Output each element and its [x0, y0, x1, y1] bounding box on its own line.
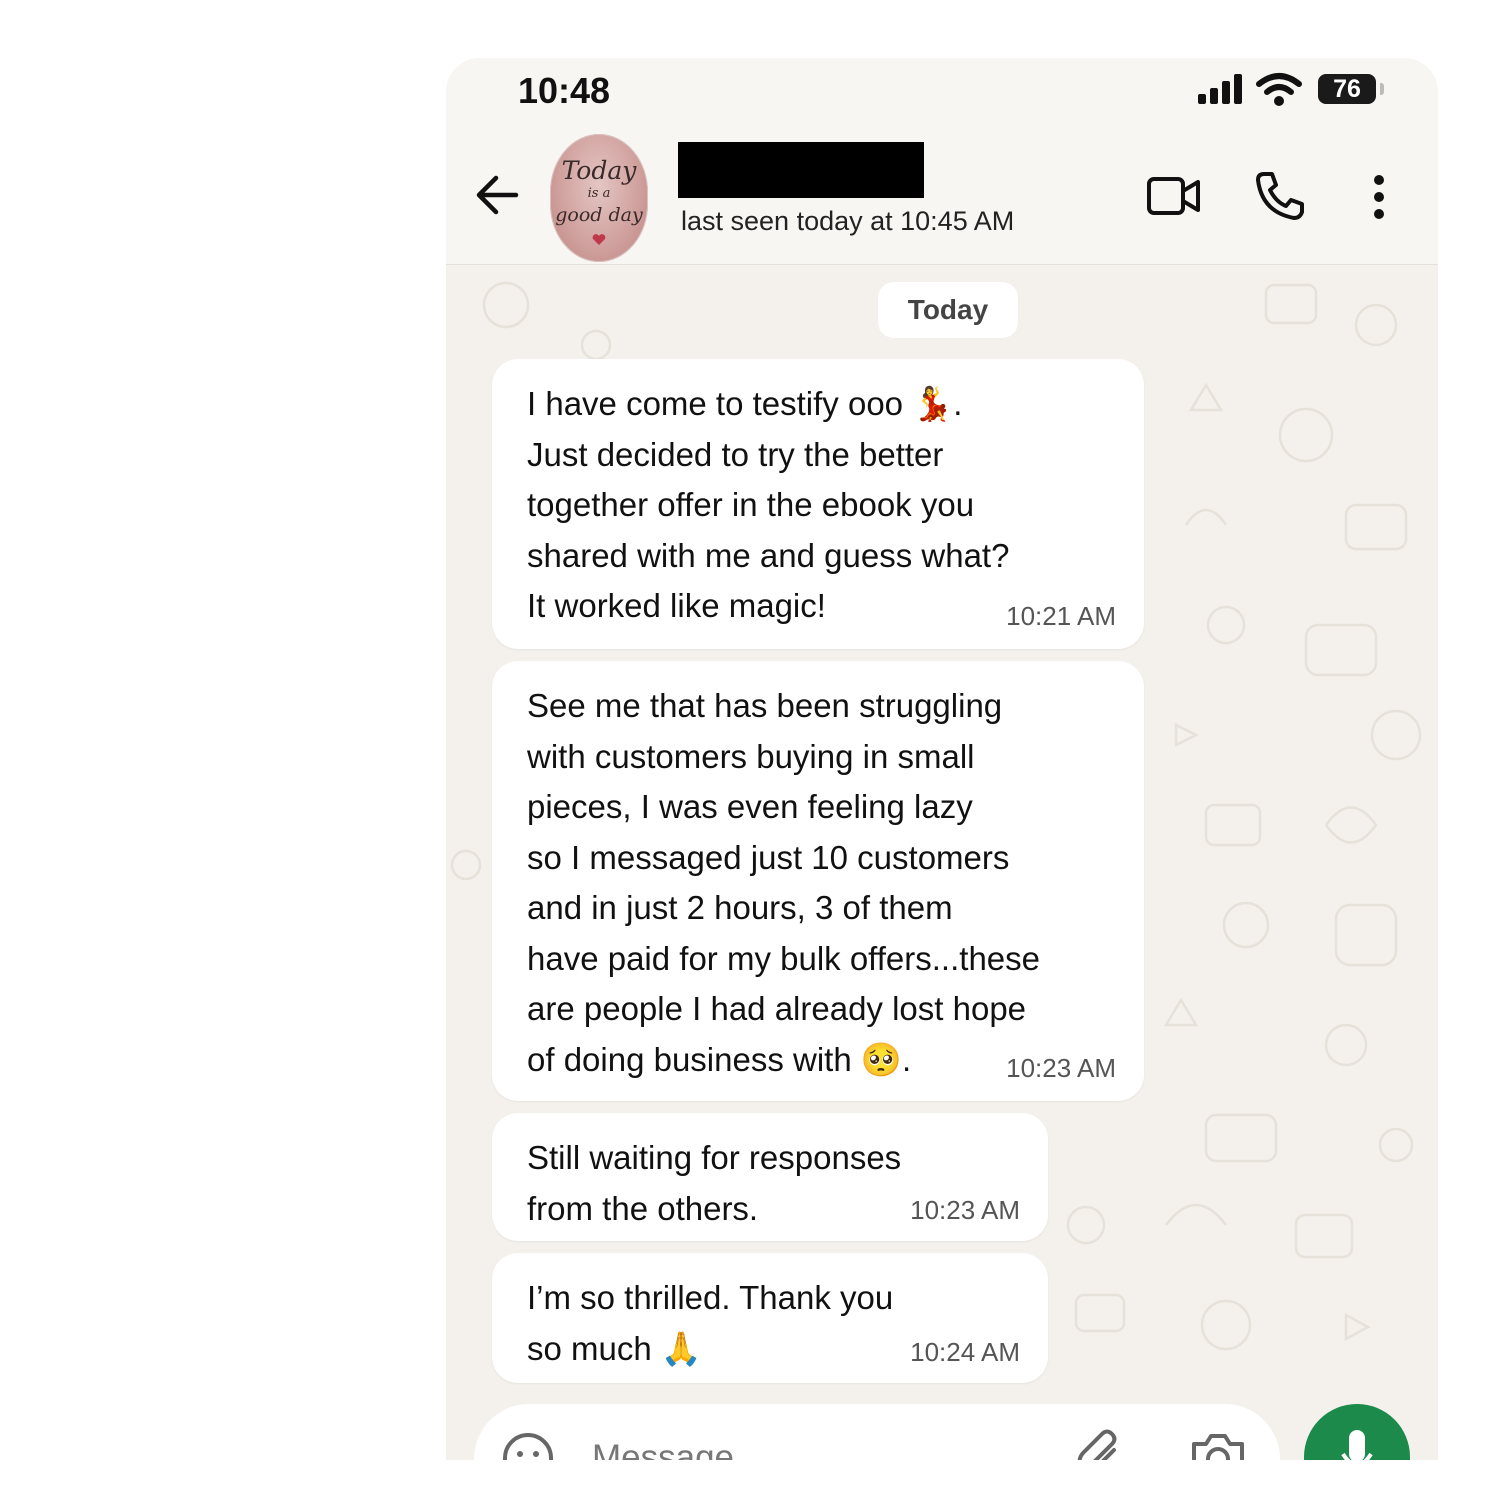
attach-icon[interactable] — [1074, 1428, 1126, 1460]
message-composer[interactable]: Message — [474, 1404, 1280, 1460]
battery-cap — [1380, 83, 1384, 95]
back-arrow-icon[interactable] — [474, 172, 520, 218]
avatar-text-line-3: good day — [555, 204, 643, 226]
signal-icon — [1198, 74, 1242, 104]
contact-name-redacted[interactable] — [678, 142, 924, 198]
camera-icon[interactable] — [1190, 1430, 1246, 1460]
avatar-text-line-1: Today — [561, 156, 637, 185]
message-input[interactable]: Message — [592, 1438, 734, 1460]
battery-icon: 76 — [1318, 74, 1376, 104]
message-text: Still waiting for responses from the oth… — [527, 1139, 902, 1227]
heart-icon — [592, 234, 606, 245]
video-call-icon[interactable] — [1146, 174, 1202, 218]
status-time: 10:48 — [518, 70, 611, 111]
message-bubble[interactable]: I have come to testify ooo 💃. Just decid… — [492, 359, 1144, 649]
avatar[interactable]: Today is a good day — [550, 134, 648, 262]
message-text: I’m so thrilled. Thank you so much 🙏 — [527, 1279, 894, 1367]
emoji-icon[interactable] — [502, 1432, 554, 1460]
chat-header: 10:48 76 Today is a good day last seen t… — [446, 58, 1438, 265]
message-text: See me that has been struggling with cus… — [527, 687, 1040, 1078]
avatar-text-line-2: is a — [587, 186, 611, 201]
message-bubble[interactable]: See me that has been struggling with cus… — [492, 661, 1144, 1101]
message-timestamp: 10:24 AM — [910, 1337, 1020, 1367]
phone-icon[interactable] — [1254, 170, 1306, 222]
message-text: I have come to testify ooo 💃. Just decid… — [527, 385, 1010, 624]
wifi-icon — [1256, 73, 1302, 106]
chat-area[interactable]: Today I have come to testify ooo 💃. Just… — [446, 265, 1438, 1460]
microphone-icon — [1341, 1430, 1373, 1460]
message-timestamp: 10:23 AM — [910, 1195, 1020, 1225]
date-chip: Today — [878, 282, 1018, 338]
more-vert-icon[interactable] — [1368, 174, 1390, 220]
message-bubble[interactable]: I’m so thrilled. Thank you so much 🙏 10:… — [492, 1253, 1048, 1383]
message-bubble[interactable]: Still waiting for responses from the oth… — [492, 1113, 1048, 1241]
message-timestamp: 10:21 AM — [1006, 601, 1116, 631]
phone-screen: 10:48 76 Today is a good day last seen t… — [446, 58, 1438, 1460]
last-seen-status: last seen today at 10:45 AM — [681, 206, 1015, 236]
message-timestamp: 10:23 AM — [1006, 1053, 1116, 1083]
